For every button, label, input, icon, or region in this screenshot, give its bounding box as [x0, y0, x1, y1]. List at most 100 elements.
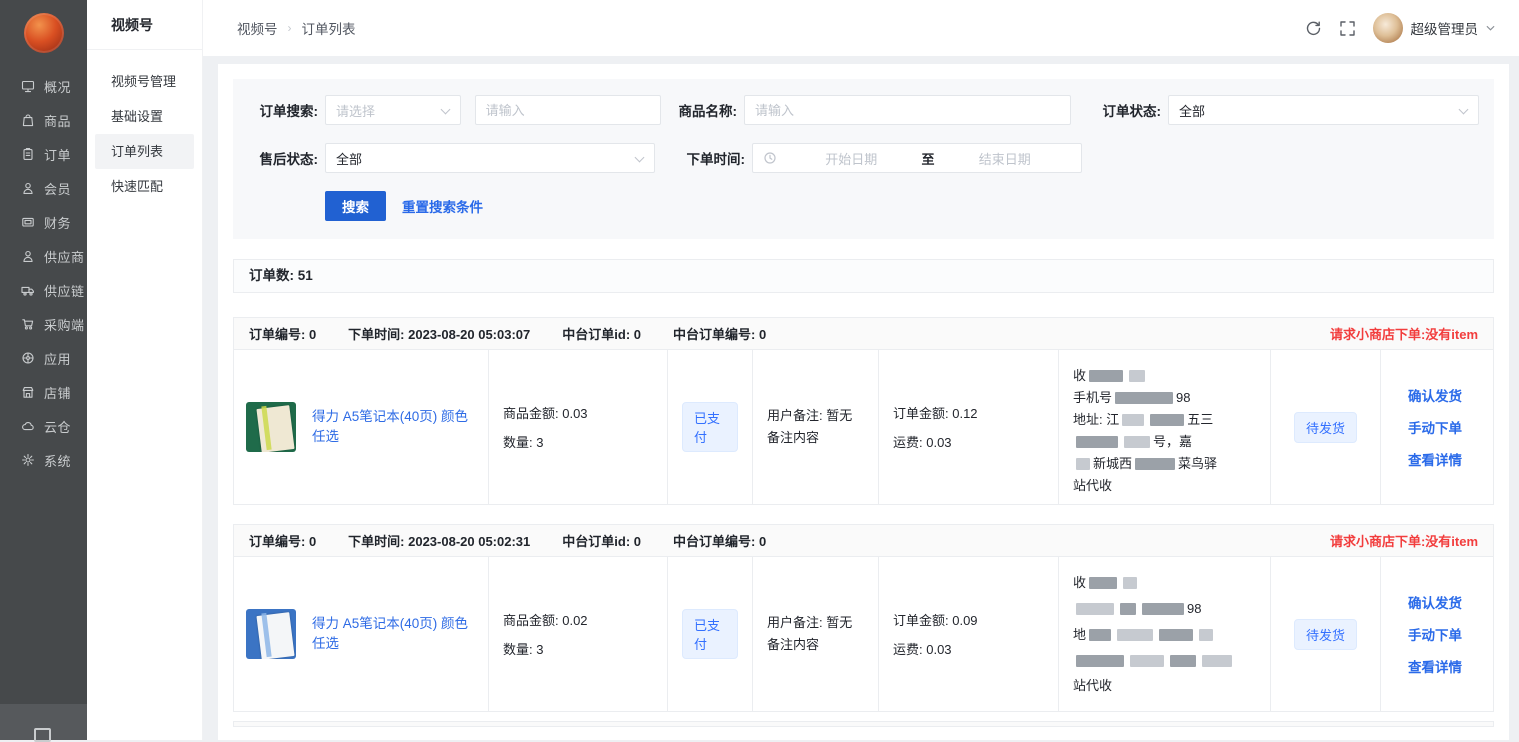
submenu-item-channel-management[interactable]: 视频号管理 — [95, 64, 194, 99]
amount-cell: 商品金额: 0.03 数量: 3 — [489, 350, 668, 504]
order-amount: 订单金额: 0.09 — [893, 610, 1044, 629]
mid-order-id: 中台订单id: 0 — [562, 531, 641, 550]
bag-icon — [21, 113, 35, 127]
gear-icon — [21, 453, 35, 467]
sidebar-item-goods[interactable]: 商品 — [0, 103, 87, 137]
reset-search-link[interactable]: 重置搜索条件 — [402, 196, 483, 216]
order-status-select[interactable]: 全部 — [1168, 95, 1479, 125]
shipping-fee: 运费: 0.03 — [893, 639, 1044, 658]
goods-amount: 商品金额: 0.02 — [503, 610, 653, 629]
filter-panel: 订单搜索: 请选择 商品名称: 订单状态: 全部 — [233, 79, 1494, 239]
address-cell: 收98地站代收 — [1059, 557, 1271, 711]
breadcrumb-parent[interactable]: 视频号 — [237, 18, 278, 38]
submenu-item-basic-settings[interactable]: 基础设置 — [95, 99, 194, 134]
ship-status-badge: 待发货 — [1294, 412, 1357, 443]
breadcrumb-separator-icon: › — [288, 21, 292, 35]
total-cell: 订单金额: 0.09 运费: 0.03 — [879, 557, 1059, 711]
sidebar-footer — [0, 704, 87, 740]
aftersale-status-label: 售后状态: — [248, 148, 318, 168]
aftersale-status-select[interactable]: 全部 — [325, 143, 655, 173]
order-search-input-wrap — [475, 95, 661, 125]
view-detail-link[interactable]: 查看详情 — [1408, 449, 1462, 469]
product-name-input[interactable] — [755, 96, 1060, 124]
confirm-ship-link[interactable]: 确认发货 — [1408, 385, 1462, 405]
amount-cell: 商品金额: 0.02 数量: 3 — [489, 557, 668, 711]
note-cell: 用户备注: 暂无备注内容 — [753, 350, 879, 504]
product-thumbnail — [246, 609, 296, 659]
pay-status-cell: 已支付 — [668, 350, 753, 504]
goods-amount: 商品金额: 0.03 — [503, 403, 653, 422]
fullscreen-icon[interactable] — [1339, 20, 1356, 37]
sidebar-item-apps[interactable]: 应用 — [0, 341, 87, 375]
search-button[interactable]: 搜索 — [325, 191, 386, 221]
actions-cell: 确认发货 手动下单 查看详情 — [1381, 350, 1489, 504]
manual-order-link[interactable]: 手动下单 — [1408, 417, 1462, 437]
date-start-input[interactable]: 开始日期 — [785, 149, 918, 168]
sidebar-item-members[interactable]: 会员 — [0, 171, 87, 205]
order-time-label: 下单时间: — [671, 148, 745, 168]
secondary-sidebar: 视频号 视频号管理 基础设置 订单列表 快速匹配 — [87, 0, 203, 740]
shop-icon — [21, 385, 35, 399]
sidebar-item-orders[interactable]: 订单 — [0, 137, 87, 171]
sidebar-item-label: 供应链 — [44, 281, 85, 300]
order-search-type-select[interactable]: 请选择 — [325, 95, 461, 125]
order-header: 订单编号: 0 下单时间: 2023-08-20 05:03:07 中台订单id… — [234, 318, 1493, 350]
sidebar-item-label: 订单 — [44, 145, 71, 164]
quantity: 数量: 3 — [503, 432, 653, 451]
money-card-icon — [21, 215, 35, 229]
sidebar-item-supply-chain[interactable]: 供应链 — [0, 273, 87, 307]
product-cell: 得力 A5笔记本(40页) 颜色任选 — [234, 350, 489, 504]
product-name-link[interactable]: 得力 A5笔记本(40页) 颜色任选 — [312, 407, 474, 447]
submenu-title: 视频号 — [87, 0, 202, 50]
sidebar-item-label: 财务 — [44, 213, 71, 232]
order-warning: 请求小商店下单:没有item — [1330, 531, 1478, 550]
view-detail-link[interactable]: 查看详情 — [1408, 656, 1462, 676]
wheel-icon — [21, 351, 35, 365]
mid-order-number: 中台订单编号: 0 — [673, 324, 766, 343]
ship-status-badge: 待发货 — [1294, 619, 1357, 650]
order-search-label: 订单搜索: — [248, 100, 318, 120]
product-name-link[interactable]: 得力 A5笔记本(40页) 颜色任选 — [312, 614, 474, 654]
date-end-input[interactable]: 结束日期 — [939, 149, 1072, 168]
order-search-input[interactable] — [486, 96, 650, 124]
user-menu[interactable]: 超级管理员 — [1373, 13, 1496, 43]
refresh-icon[interactable] — [1305, 20, 1322, 37]
quantity: 数量: 3 — [503, 639, 653, 658]
sidebar-item-shops[interactable]: 店铺 — [0, 375, 87, 409]
sidebar-item-label: 概况 — [44, 77, 71, 96]
app-logo-avatar — [24, 13, 64, 53]
clipboard-icon — [21, 147, 35, 161]
order-header: 订单编号: 0 下单时间: 2023-08-20 05:02:31 中台订单id… — [234, 525, 1493, 557]
pay-status-cell: 已支付 — [668, 557, 753, 711]
manual-order-link[interactable]: 手动下单 — [1408, 624, 1462, 644]
order-time: 下单时间: 2023-08-20 05:03:07 — [348, 324, 530, 343]
confirm-ship-link[interactable]: 确认发货 — [1408, 592, 1462, 612]
sidebar-item-suppliers[interactable]: 供应商 — [0, 239, 87, 273]
sidebar-item-label: 云仓 — [44, 417, 71, 436]
sidebar-item-label: 会员 — [44, 179, 71, 198]
order-amount: 订单金额: 0.12 — [893, 403, 1044, 422]
sidebar-item-system[interactable]: 系统 — [0, 443, 87, 477]
order-block: 订单编号: 0 下单时间: 2023-08-20 05:02:31 中台订单id… — [233, 524, 1494, 712]
mid-order-id: 中台订单id: 0 — [562, 324, 641, 343]
submenu-item-order-list[interactable]: 订单列表 — [95, 134, 194, 169]
note-cell: 用户备注: 暂无备注内容 — [753, 557, 879, 711]
product-thumbnail — [246, 402, 296, 452]
truck-icon — [21, 283, 35, 297]
order-status-label: 订单状态: — [1081, 100, 1161, 120]
ship-status-cell: 待发货 — [1271, 350, 1381, 504]
chevron-down-icon — [440, 105, 450, 115]
sidebar-item-cloud-warehouse[interactable]: 云仓 — [0, 409, 87, 443]
sidebar-item-purchasing[interactable]: 采购端 — [0, 307, 87, 341]
date-range-picker[interactable]: 开始日期 至 结束日期 — [752, 143, 1082, 173]
clock-icon — [763, 151, 777, 165]
supplier-person-icon — [21, 249, 35, 263]
submenu-item-quick-match[interactable]: 快速匹配 — [95, 169, 194, 204]
sidebar-item-overview[interactable]: 概况 — [0, 69, 87, 103]
product-name-label: 商品名称: — [663, 100, 737, 120]
sidebar-item-label: 供应商 — [44, 247, 85, 266]
sidebar-item-label: 店铺 — [44, 383, 71, 402]
breadcrumb-current: 订单列表 — [302, 18, 356, 38]
order-list-card: 订单搜索: 请选择 商品名称: 订单状态: 全部 — [218, 64, 1509, 740]
sidebar-item-finance[interactable]: 财务 — [0, 205, 87, 239]
